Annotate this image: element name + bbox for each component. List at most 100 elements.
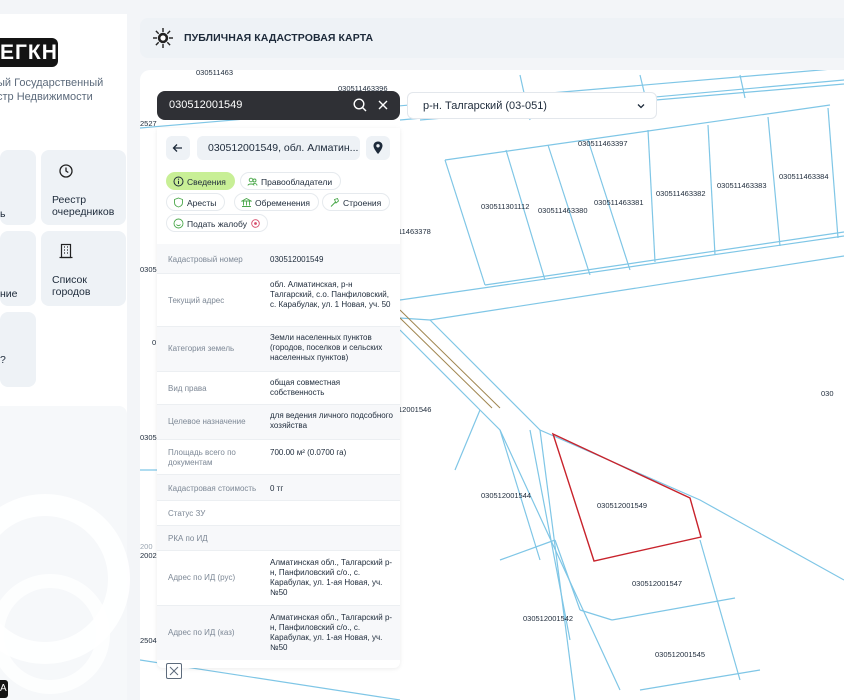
app-root: ЕГКН ый Государственный стр Недвижимости…: [0, 0, 844, 700]
info-row-key: Адрес по ИД (каз): [168, 628, 235, 637]
district-select[interactable]: р-н. Талгарский (03-051): [407, 92, 657, 119]
back-button[interactable]: [166, 136, 190, 160]
parcel-label[interactable]: 030511463382: [656, 189, 706, 198]
left-sidebar: ЕГКН ый Государственный стр Недвижимости…: [0, 14, 130, 700]
info-row-key: Площадь всего по документам: [168, 448, 236, 467]
info-row-value: Земли населенных пунктов (городов, посел…: [270, 333, 383, 362]
parcel-label[interactable]: 030512001542: [523, 614, 573, 623]
nav-card-label: ?: [0, 354, 6, 366]
page-title: ПУБЛИЧНАЯ КАДАСТРОВАЯ КАРТА: [184, 32, 374, 44]
parcel-info-table: Кадастровый номер 030512001549 Текущий а…: [157, 244, 400, 660]
parcel-label[interactable]: 030: [821, 389, 834, 398]
tab-buildings[interactable]: Строения: [322, 193, 391, 211]
brand-subtitle: ый Государственный стр Недвижимости: [0, 77, 104, 103]
info-row-value: для ведения личного подсобного хозяйства: [270, 411, 393, 430]
parcel-label[interactable]: 030511301112: [481, 202, 529, 211]
parcel-label[interactable]: 030512001549: [597, 501, 647, 510]
clock-icon: [56, 163, 76, 183]
tab-encumbrances[interactable]: Обременения: [234, 193, 319, 211]
tab-label: Подать жалобу: [187, 219, 247, 229]
info-row: РКА по ИД: [157, 525, 400, 550]
info-row-key: Кадастровый номер: [168, 255, 243, 264]
parcel-label[interactable]: 030511463383: [717, 181, 767, 190]
info-row: Кадастровый номер 030512001549: [157, 244, 400, 273]
nav-card-label: ь: [0, 208, 6, 220]
parcel-label[interactable]: 0305: [140, 265, 157, 274]
info-row-value[interactable]: 030512001549: [270, 255, 395, 265]
parcel-label[interactable]: 030511463397: [578, 139, 628, 148]
smile-icon: [173, 218, 184, 229]
tab-label: Строения: [343, 198, 382, 208]
info-row: Адрес по ИД (рус) Алматинская обл., Талг…: [157, 550, 400, 605]
parcel-label[interactable]: 030512001547: [632, 579, 682, 588]
close-icon[interactable]: [375, 97, 391, 113]
info-row: Адрес по ИД (каз) Алматинская обл., Талг…: [157, 605, 400, 660]
parcel-label[interactable]: 030512001544: [481, 491, 531, 500]
parcel-label[interactable]: 11463378: [398, 227, 431, 236]
parcel-label[interactable]: 0: [152, 338, 156, 347]
info-row-value: обл. Алматинская, р-н Талгарский, с.о. П…: [270, 280, 391, 309]
nav-card-left-3[interactable]: ?: [0, 312, 36, 387]
tab-label: Сведения: [187, 177, 226, 187]
search-icon[interactable]: [352, 97, 368, 113]
info-row-value: 0 тг: [270, 484, 284, 493]
nav-card-left-2[interactable]: ние: [0, 231, 36, 306]
info-row-key: РКА по ИД: [168, 534, 208, 543]
parcel-title: 030512001549, обл. Алматин...: [197, 136, 360, 160]
nav-card-cities[interactable]: Список городов: [41, 231, 126, 306]
info-row: Целевое назначение для ведения личного п…: [157, 404, 400, 439]
nav-card-left-1[interactable]: ь: [0, 150, 36, 225]
parcel-label[interactable]: 030511463381: [594, 198, 644, 207]
district-select-value: р-н. Талгарский (03-051): [423, 100, 547, 112]
emblem-icon: [153, 28, 173, 48]
parcel-label[interactable]: 2504: [140, 636, 157, 645]
tab-arrests[interactable]: Аресты: [166, 193, 226, 211]
info-row: Площадь всего по документам 700.00 м² (0…: [157, 439, 400, 474]
info-row-key: Кадастровая стоимость: [168, 484, 257, 493]
tab-owners[interactable]: Правообладатели: [240, 172, 342, 190]
info-row-key: Вид права: [168, 384, 207, 393]
info-row-value: Алматинская обл., Талгарский р-н, Панфил…: [270, 558, 393, 597]
info-row-value: общая совместная собственность: [270, 378, 341, 397]
info-row-value: Алматинская обл., Талгарский р-н, Панфил…: [270, 613, 393, 652]
info-row-key: Целевое назначение: [168, 417, 246, 426]
nav-card-label: Список городов: [52, 274, 91, 298]
search-bar[interactable]: 030512001549: [157, 91, 400, 120]
chevron-down-icon: [637, 104, 645, 109]
selected-parcel[interactable]: [551, 432, 702, 562]
nav-card-label: ние: [0, 288, 18, 300]
parcel-label[interactable]: 030511463: [196, 70, 233, 77]
info-row: Текущий адрес обл. Алматинская, р-н Талг…: [157, 273, 400, 326]
nav-card-registry[interactable]: Реестр очередников: [41, 150, 126, 225]
parcel-label[interactable]: 030511463380: [538, 206, 588, 215]
people-icon: [247, 177, 258, 186]
building-icon: [56, 243, 76, 263]
top-header: ПУБЛИЧНАЯ КАДАСТРОВАЯ КАРТА: [140, 18, 844, 58]
tab-label: Правообладатели: [261, 177, 333, 187]
nav-card-label: Реестр очередников: [52, 194, 115, 218]
tab-label: Обременения: [255, 198, 310, 208]
parcel-label[interactable]: 200: [140, 542, 153, 551]
map-pin-icon: [373, 141, 383, 154]
brand-badge[interactable]: ЕГКН: [0, 38, 58, 67]
locate-button[interactable]: [366, 136, 390, 160]
parcel-label[interactable]: 030512001545: [655, 650, 705, 659]
parcel-label[interactable]: 030511463384: [779, 172, 829, 181]
info-row: Вид права общая совместная собственность: [157, 371, 400, 404]
parcel-label[interactable]: 12001546: [398, 405, 431, 414]
info-row: Статус ЗУ: [157, 500, 400, 525]
search-input[interactable]: 030512001549: [169, 99, 242, 111]
parcel-label[interactable]: 2527: [140, 119, 157, 128]
hammer-icon: [330, 197, 340, 207]
parcel-info-panel: 030512001549, обл. Алматин... Сведения П…: [157, 128, 400, 668]
complaint-button[interactable]: Подать жалобу: [166, 214, 268, 232]
badge-icon: [251, 219, 260, 228]
tab-label: Аресты: [187, 198, 217, 208]
info-row-key: Текущий адрес: [168, 296, 225, 305]
tab-details[interactable]: Сведения: [166, 172, 235, 190]
parcel-label[interactable]: 0305: [140, 433, 157, 442]
info-row-key: Адрес по ИД (рус): [168, 573, 236, 582]
bottom-chip[interactable]: A: [0, 680, 8, 698]
info-row-key: Категория земель: [168, 344, 235, 353]
map-tool-button[interactable]: [166, 663, 182, 679]
